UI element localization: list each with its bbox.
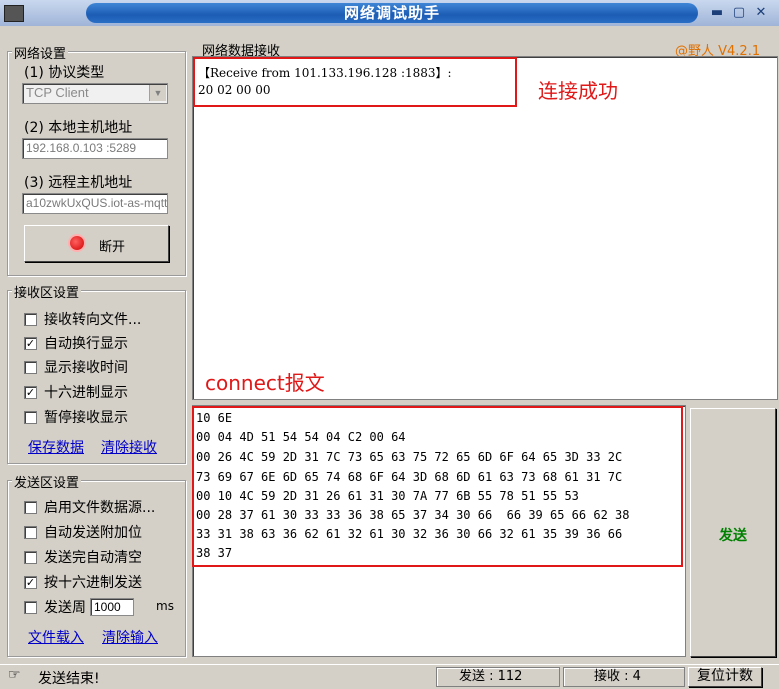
auto-wrap-label: 自动换行显示 (44, 336, 128, 352)
clear-input-link[interactable]: 清除输入 (102, 627, 158, 647)
hex-display-checkbox[interactable]: ✓ (24, 386, 37, 399)
minimize-icon[interactable]: ▬ (706, 5, 728, 20)
connection-status-icon (70, 236, 84, 250)
auto-wrap-checkbox[interactable]: ✓ (24, 337, 37, 350)
reset-count-button[interactable]: 复位计数 (688, 667, 762, 687)
auto-clear-label: 发送完自动清空 (44, 550, 142, 566)
connect-packet-highlight (192, 406, 683, 567)
recv-to-file-checkbox[interactable] (24, 313, 37, 326)
local-address-label: (2) 本地主机地址 (24, 120, 133, 136)
show-time-label: 显示接收时间 (44, 360, 128, 376)
window-controls: ▬ ▢ ✕ (706, 5, 776, 21)
hex-display-label: 十六进制显示 (44, 385, 128, 401)
connect-success-annotation: 连接成功 (538, 79, 618, 103)
recv-counter-label: 接收 : 4 (594, 669, 641, 684)
disconnect-label: 断开 (99, 240, 126, 255)
window-title: 网络调试助手 (343, 4, 440, 22)
send-settings-title: 发送区设置 (12, 472, 82, 491)
protocol-label: (1) 协议类型 (24, 65, 105, 81)
auto-append-checkbox[interactable] (24, 526, 37, 539)
auto-clear-checkbox[interactable] (24, 551, 37, 564)
receive-textarea[interactable] (192, 56, 778, 400)
send-period-checkbox[interactable] (24, 601, 37, 614)
load-file-link[interactable]: 文件载入 (28, 627, 84, 647)
recv-settings-title: 接收区设置 (12, 282, 82, 301)
hex-send-checkbox[interactable]: ✓ (24, 576, 37, 589)
save-data-link[interactable]: 保存数据 (28, 437, 84, 457)
maximize-icon[interactable]: ▢ (728, 5, 750, 20)
send-button-label: 发送 (719, 528, 747, 544)
send-period-unit: ms (156, 599, 174, 613)
file-source-checkbox[interactable] (24, 501, 37, 514)
remote-address-input[interactable]: a10zwkUxQUS.iot-as-mqtt (22, 193, 168, 214)
close-icon[interactable]: ✕ (750, 5, 772, 20)
reset-count-label: 复位计数 (697, 668, 753, 684)
connect-response-highlight (193, 57, 517, 107)
pause-display-checkbox[interactable] (24, 411, 37, 424)
status-message: 发送结束! (38, 671, 100, 687)
auto-append-label: 自动发送附加位 (44, 525, 142, 541)
network-settings-title: 网络设置 (12, 43, 69, 62)
protocol-value: TCP Client (26, 85, 89, 100)
local-address-input[interactable]: 192.168.0.103 :5289 (22, 138, 168, 159)
pointer-hand-icon: ☞ (8, 667, 21, 683)
sent-counter: 发送 : 112 (436, 667, 560, 687)
hex-send-label: 按十六进制发送 (44, 575, 142, 591)
file-source-label: 启用文件数据源... (44, 500, 156, 516)
send-button[interactable]: 发送 (690, 408, 776, 657)
protocol-select[interactable]: TCP Client ▼ (22, 83, 168, 104)
send-period-input[interactable]: 1000 (90, 598, 134, 616)
chevron-down-icon[interactable]: ▼ (149, 85, 166, 101)
show-time-checkbox[interactable] (24, 361, 37, 374)
sent-counter-label: 发送 : 112 (459, 669, 523, 684)
remote-address-label: (3) 远程主机地址 (24, 175, 133, 191)
clear-recv-link[interactable]: 清除接收 (101, 437, 157, 457)
send-period-label: 发送周 (44, 600, 86, 616)
connect-packet-annotation: connect报文 (205, 371, 325, 395)
recv-counter: 接收 : 4 (563, 667, 685, 687)
pause-display-label: 暂停接收显示 (44, 410, 128, 426)
recv-to-file-label: 接收转向文件... (44, 312, 142, 328)
app-icon (4, 5, 24, 22)
disconnect-button[interactable]: 断开 (24, 225, 169, 262)
